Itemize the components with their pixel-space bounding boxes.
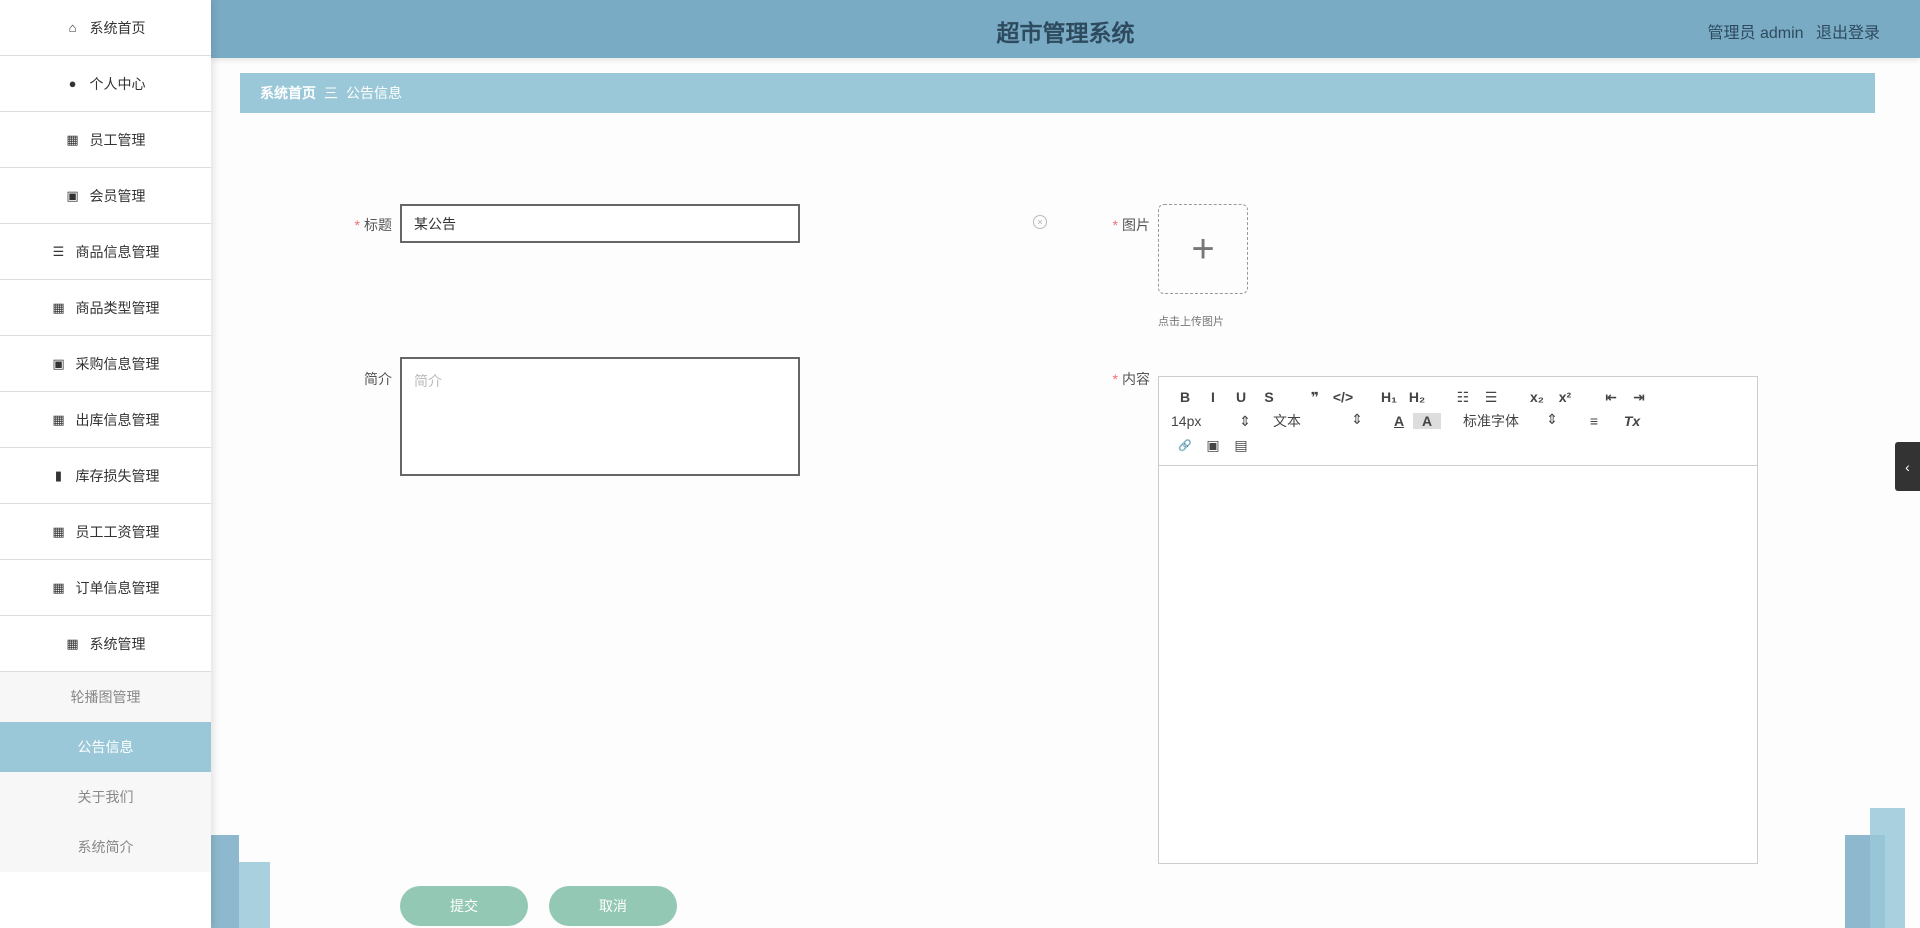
- rich-text-editor: B I U S ❞ </> H₁ H₂ ☷ ☰ x₂ x² ⇤ ⇥ 14px ⇕ 文本 ⇕ A A 标准字体 ⇕…: [1158, 376, 1758, 864]
- breadcrumb: 系统首页 三 公告信息: [240, 73, 1875, 113]
- sidebar-item[interactable]: ▦ 商品类型管理: [0, 280, 211, 336]
- code-block-icon[interactable]: </>: [1329, 389, 1357, 405]
- sidebar-item[interactable]: ▣ 采购信息管理: [0, 336, 211, 392]
- link-icon[interactable]: 🔗: [1171, 439, 1199, 452]
- sidebar-item-label: 订单信息管理: [75, 579, 160, 596]
- sidebar-item-label: 员工工资管理: [75, 523, 160, 540]
- header2-icon[interactable]: H₂: [1403, 389, 1431, 405]
- sidebar-item[interactable]: ▦ 订单信息管理: [0, 560, 211, 616]
- grid-icon: ▦: [52, 579, 65, 595]
- sidebar-subitem[interactable]: 轮播图管理: [0, 672, 211, 722]
- sidebar-item-label: 出库信息管理: [75, 411, 160, 428]
- header-select[interactable]: 文本 ⇕: [1273, 411, 1363, 431]
- outdent-icon[interactable]: ⇤: [1597, 389, 1625, 406]
- content-label: * 内容: [1112, 371, 1150, 387]
- bullet-list-icon[interactable]: ☰: [1477, 389, 1505, 406]
- sidebar-item-label: 系统首页: [89, 19, 146, 36]
- grid-icon: ▦: [52, 411, 65, 427]
- clear-icon[interactable]: ×: [1033, 215, 1047, 229]
- superscript-icon[interactable]: x²: [1551, 389, 1579, 405]
- user-area: 管理员 admin 退出登录: [1708, 19, 1881, 43]
- plus-icon: +: [1191, 226, 1215, 271]
- intro-label: 简介: [364, 371, 392, 387]
- building-decoration: [1870, 808, 1905, 928]
- clipboard-check-icon: ▣: [52, 355, 65, 371]
- upload-image-button[interactable]: +: [1158, 204, 1248, 294]
- sidebar-item-label: 商品类型管理: [75, 299, 160, 316]
- grid-icon: ▦: [52, 299, 65, 315]
- sidebar-item[interactable]: ▮ 库存损失管理: [0, 448, 211, 504]
- breadcrumb-current: 公告信息: [346, 85, 402, 101]
- title-input[interactable]: 某公告: [400, 204, 800, 243]
- breadcrumb-home[interactable]: 系统首页: [260, 83, 316, 103]
- sidebar-item[interactable]: ▦ 系统管理: [0, 616, 211, 672]
- sliders-icon: ☰: [52, 243, 65, 259]
- submit-button[interactable]: 提交: [400, 886, 528, 926]
- sidebar-item[interactable]: ▦ 员工工资管理: [0, 504, 211, 560]
- sidebar: ⌂ 系统首页 ● 个人中心 ▦ 员工管理 ▣ 会员管理 ☰ 商品信息管理 ▦ 商品类型管理 ▣ 采购信息管…: [0, 0, 211, 928]
- ordered-list-icon[interactable]: ☷: [1449, 389, 1477, 406]
- book-icon: ▮: [54, 467, 63, 483]
- sidebar-item-label: 库存损失管理: [75, 467, 160, 484]
- home-icon: ⌂: [68, 20, 77, 35]
- user-icon: ●: [68, 76, 77, 91]
- intro-textarea[interactable]: 简介: [400, 357, 800, 476]
- cancel-button[interactable]: 取消: [549, 886, 677, 926]
- clipboard-x-icon: ▣: [66, 187, 79, 203]
- header1-icon[interactable]: H₁: [1375, 389, 1403, 405]
- font-family-select[interactable]: 标准字体 ⇕: [1463, 411, 1558, 431]
- sidebar-item[interactable]: ☰ 商品信息管理: [0, 224, 211, 280]
- sidebar-item[interactable]: ● 个人中心: [0, 56, 211, 112]
- image-icon[interactable]: ▣: [1199, 437, 1227, 454]
- font-size-select[interactable]: 14px ⇕: [1171, 413, 1251, 430]
- grid-icon: ▦: [52, 523, 65, 539]
- sidebar-item-label: 员工管理: [89, 131, 146, 148]
- grid-icon: ▦: [66, 635, 79, 651]
- grid-icon: ▦: [66, 131, 79, 147]
- subscript-icon[interactable]: x₂: [1523, 389, 1551, 405]
- collapse-panel-icon[interactable]: ‹: [1895, 442, 1920, 491]
- blockquote-icon[interactable]: ❞: [1301, 389, 1329, 406]
- building-decoration: [239, 862, 270, 928]
- image-label: * 图片: [1112, 217, 1150, 233]
- breadcrumb-separator: 三: [324, 85, 338, 101]
- sidebar-item-label: 系统管理: [89, 635, 146, 652]
- building-decoration: [211, 835, 239, 928]
- sidebar-item-label: 商品信息管理: [75, 243, 160, 260]
- title-label: * 标题: [354, 217, 392, 233]
- upload-hint: 点击上传图片: [1158, 316, 1224, 328]
- logout-link[interactable]: 退出登录: [1816, 25, 1880, 42]
- bold-icon[interactable]: B: [1171, 389, 1199, 405]
- sidebar-item-label: 采购信息管理: [75, 355, 160, 372]
- sidebar-subitem[interactable]: 关于我们: [0, 772, 211, 822]
- font-color-icon[interactable]: A: [1385, 413, 1413, 429]
- sidebar-item[interactable]: ▣ 会员管理: [0, 168, 211, 224]
- clear-format-icon[interactable]: Tx: [1618, 413, 1646, 429]
- editor-toolbar: B I U S ❞ </> H₁ H₂ ☷ ☰ x₂ x² ⇤ ⇥ 14px ⇕ 文本 ⇕ A A 标准字体 ⇕…: [1159, 377, 1757, 466]
- video-icon[interactable]: ▤: [1227, 437, 1255, 454]
- strike-icon[interactable]: S: [1255, 389, 1283, 405]
- sidebar-subitem[interactable]: 系统简介: [0, 822, 211, 872]
- italic-icon[interactable]: I: [1199, 389, 1227, 405]
- editor-content-area[interactable]: [1159, 466, 1757, 863]
- user-name: 管理员 admin: [1707, 25, 1804, 42]
- sidebar-subitem[interactable]: 公告信息: [0, 722, 211, 772]
- top-header: 超市管理系统 管理员 admin 退出登录: [211, 0, 1920, 58]
- app-title: 超市管理系统: [996, 20, 1135, 46]
- background-color-icon[interactable]: A: [1413, 413, 1441, 429]
- sidebar-item[interactable]: ⌂ 系统首页: [0, 0, 211, 56]
- align-icon[interactable]: ≡: [1580, 413, 1608, 429]
- sidebar-item-label: 会员管理: [89, 187, 146, 204]
- indent-icon[interactable]: ⇥: [1625, 389, 1653, 406]
- sidebar-item[interactable]: ▦ 员工管理: [0, 112, 211, 168]
- sidebar-item[interactable]: ▦ 出库信息管理: [0, 392, 211, 448]
- sidebar-item-label: 个人中心: [89, 75, 146, 92]
- underline-icon[interactable]: U: [1227, 389, 1255, 405]
